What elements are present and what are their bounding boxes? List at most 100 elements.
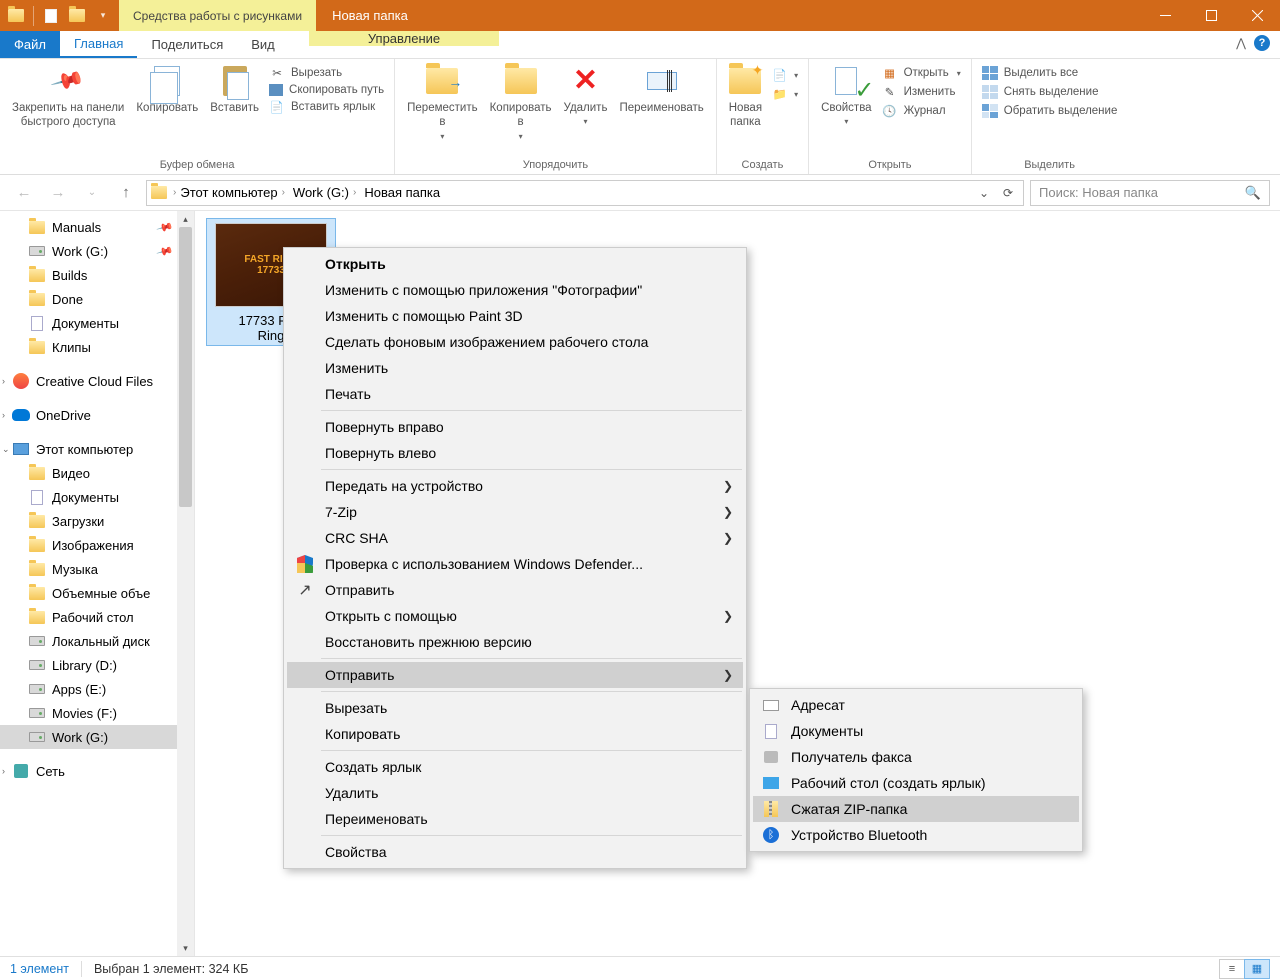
- delete-button[interactable]: ✕ Удалить▾: [558, 63, 614, 129]
- ctx-print[interactable]: Печать: [287, 381, 743, 407]
- ctx-open-with[interactable]: Открыть с помощью❯: [287, 603, 743, 629]
- qat-new-folder-icon[interactable]: [65, 4, 89, 28]
- qat-folder-icon[interactable]: [4, 4, 28, 28]
- paste-shortcut-button[interactable]: 📄Вставить ярлык: [269, 99, 384, 115]
- ctx-edit-photos[interactable]: Изменить с помощью приложения "Фотографи…: [287, 277, 743, 303]
- sendto-zip[interactable]: Сжатая ZIP-папка: [753, 796, 1079, 822]
- search-input[interactable]: Поиск: Новая папка 🔍: [1030, 180, 1270, 206]
- sidebar-item[interactable]: Work (G:): [0, 725, 194, 749]
- paste-button[interactable]: Вставить: [204, 63, 265, 117]
- address-dropdown-button[interactable]: ⌄: [973, 182, 995, 204]
- sidebar-item[interactable]: Локальный диск: [0, 629, 194, 653]
- sendto-documents[interactable]: Документы: [753, 718, 1079, 744]
- sidebar-item[interactable]: Builds: [0, 263, 194, 287]
- sidebar-item[interactable]: Рабочий стол: [0, 605, 194, 629]
- copy-to-button[interactable]: Копировать в▾: [484, 63, 558, 144]
- sendto-fax[interactable]: Получатель факса: [753, 744, 1079, 770]
- ctx-share[interactable]: ↗ Отправить: [287, 577, 743, 603]
- ctx-crc[interactable]: CRC SHA❯: [287, 525, 743, 551]
- cut-button[interactable]: ✂Вырезать: [269, 65, 384, 81]
- ctx-restore-version[interactable]: Восстановить прежнюю версию: [287, 629, 743, 655]
- sidebar-item-network[interactable]: ›Сеть: [0, 759, 194, 783]
- minimize-button[interactable]: [1142, 0, 1188, 31]
- ctx-rename[interactable]: Переименовать: [287, 806, 743, 832]
- open-button[interactable]: ▦Открыть▾: [882, 65, 961, 81]
- scroll-thumb[interactable]: [179, 227, 192, 507]
- pin-to-quick-access-button[interactable]: 📌 Закрепить на панели быстрого доступа: [6, 63, 130, 132]
- properties-button[interactable]: ✓ Свойства▾: [815, 63, 878, 129]
- sidebar-item[interactable]: Видео: [0, 461, 194, 485]
- sidebar-item-creative-cloud[interactable]: ›Creative Cloud Files: [0, 369, 194, 393]
- history-button[interactable]: 🕓Журнал: [882, 103, 961, 119]
- address-bar[interactable]: › Этот компьютер› Work (G:)› Новая папка…: [146, 180, 1024, 206]
- tab-share[interactable]: Поделиться: [137, 31, 237, 58]
- easy-access-button[interactable]: 📁▾: [772, 86, 798, 102]
- rename-button[interactable]: Переименовать: [613, 63, 709, 117]
- recent-locations-button[interactable]: ⌄: [78, 179, 106, 207]
- copy-button[interactable]: Копировать: [130, 63, 204, 117]
- qat-properties-icon[interactable]: [39, 4, 63, 28]
- ctx-cut[interactable]: Вырезать: [287, 695, 743, 721]
- ctx-edit-paint3d[interactable]: Изменить с помощью Paint 3D: [287, 303, 743, 329]
- close-button[interactable]: [1234, 0, 1280, 31]
- ctx-rotate-right[interactable]: Повернуть вправо: [287, 414, 743, 440]
- copy-path-button[interactable]: Скопировать путь: [269, 84, 384, 96]
- edit-button[interactable]: ✎Изменить: [882, 84, 961, 100]
- ctx-7zip[interactable]: 7-Zip❯: [287, 499, 743, 525]
- invert-selection-button[interactable]: Обратить выделение: [982, 103, 1118, 119]
- ribbon-collapse-icon[interactable]: ⋀: [1236, 36, 1246, 50]
- maximize-button[interactable]: [1188, 0, 1234, 31]
- ctx-set-wallpaper[interactable]: Сделать фоновым изображением рабочего ст…: [287, 329, 743, 355]
- ctx-open[interactable]: Открыть: [287, 251, 743, 277]
- sidebar-item[interactable]: Музыка: [0, 557, 194, 581]
- sidebar-item[interactable]: Изображения: [0, 533, 194, 557]
- sidebar-item[interactable]: Movies (F:): [0, 701, 194, 725]
- sidebar-item[interactable]: Library (D:): [0, 653, 194, 677]
- tab-manage[interactable]: Управление: [309, 31, 499, 46]
- sidebar-item[interactable]: Объемные объе: [0, 581, 194, 605]
- new-item-button[interactable]: 📄▾: [772, 67, 798, 83]
- tab-view[interactable]: Вид: [237, 31, 289, 58]
- ctx-rotate-left[interactable]: Повернуть влево: [287, 440, 743, 466]
- breadcrumb-drive[interactable]: Work (G:)›: [289, 185, 360, 200]
- forward-button[interactable]: →: [44, 179, 72, 207]
- help-icon[interactable]: ?: [1254, 35, 1270, 51]
- back-button[interactable]: ←: [10, 179, 38, 207]
- icons-view-button[interactable]: ▦: [1244, 959, 1270, 979]
- ctx-cast[interactable]: Передать на устройство❯: [287, 473, 743, 499]
- new-folder-button[interactable]: ✦ Новая папка: [723, 63, 768, 132]
- scroll-down-icon[interactable]: ▾: [177, 940, 194, 956]
- sendto-desktop[interactable]: Рабочий стол (создать ярлык): [753, 770, 1079, 796]
- sidebar-item[interactable]: Документы: [0, 485, 194, 509]
- select-all-button[interactable]: Выделить все: [982, 65, 1118, 81]
- tab-file[interactable]: Файл: [0, 31, 60, 58]
- sidebar-item[interactable]: Apps (E:): [0, 677, 194, 701]
- sidebar-item[interactable]: Done: [0, 287, 194, 311]
- sidebar-item[interactable]: Manuals📌: [0, 215, 194, 239]
- ctx-create-shortcut[interactable]: Создать ярлык: [287, 754, 743, 780]
- sidebar-item[interactable]: Документы: [0, 311, 194, 335]
- tab-home[interactable]: Главная: [60, 31, 137, 58]
- sidebar-item[interactable]: Загрузки: [0, 509, 194, 533]
- sidebar-item[interactable]: Work (G:)📌: [0, 239, 194, 263]
- sidebar-scrollbar[interactable]: ▴ ▾: [177, 211, 194, 956]
- sendto-recipient[interactable]: Адресат: [753, 692, 1079, 718]
- select-none-button[interactable]: Снять выделение: [982, 84, 1118, 100]
- sendto-bluetooth[interactable]: ᛒУстройство Bluetooth: [753, 822, 1079, 848]
- sidebar-item-onedrive[interactable]: ›OneDrive: [0, 403, 194, 427]
- ctx-delete[interactable]: Удалить: [287, 780, 743, 806]
- sidebar-item[interactable]: Клипы: [0, 335, 194, 359]
- up-button[interactable]: ↑: [112, 179, 140, 207]
- breadcrumb-pc[interactable]: Этот компьютер›: [176, 185, 289, 200]
- ctx-send-to[interactable]: Отправить❯: [287, 662, 743, 688]
- ctx-edit[interactable]: Изменить: [287, 355, 743, 381]
- refresh-button[interactable]: ⟳: [997, 182, 1019, 204]
- details-view-button[interactable]: ≡: [1219, 959, 1245, 979]
- qat-customize-icon[interactable]: ▾: [91, 4, 115, 28]
- breadcrumb-folder[interactable]: Новая папка: [360, 185, 444, 200]
- ctx-defender[interactable]: Проверка с использованием Windows Defend…: [287, 551, 743, 577]
- ctx-properties[interactable]: Свойства: [287, 839, 743, 865]
- sidebar-item-this-pc[interactable]: ⌄Этот компьютер: [0, 437, 194, 461]
- scroll-up-icon[interactable]: ▴: [177, 211, 194, 227]
- ctx-copy[interactable]: Копировать: [287, 721, 743, 747]
